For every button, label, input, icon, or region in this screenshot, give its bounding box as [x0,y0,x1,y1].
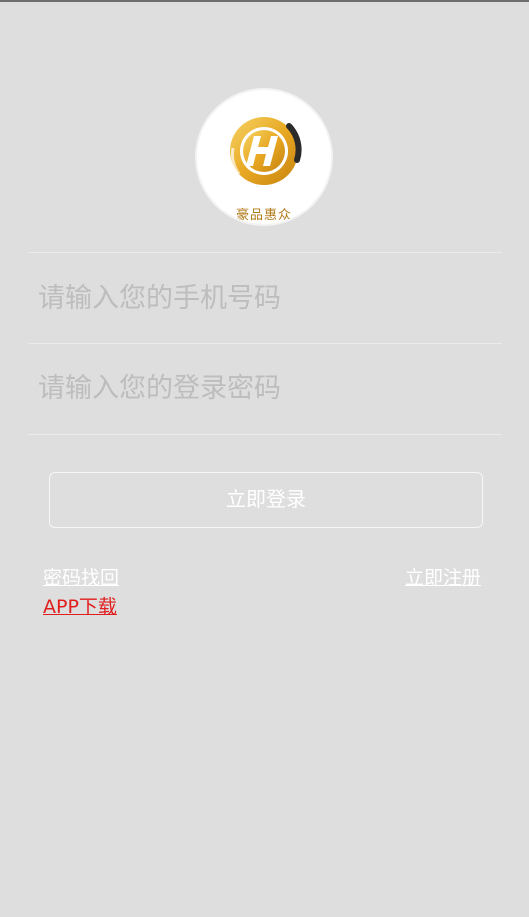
divider-middle [28,343,502,344]
password-input[interactable] [38,358,488,418]
app-logo: 豪品惠众 [195,88,333,226]
register-link[interactable]: 立即注册 [405,567,481,589]
logo-brand-text: 豪品惠众 [235,208,292,223]
divider-bottom [28,434,502,435]
app-download-link[interactable]: APP下载 [43,596,117,618]
recover-password-link[interactable]: 密码找回 [43,567,119,589]
logo-emblem-icon [230,117,302,185]
login-button[interactable]: 立即登录 [49,472,483,528]
divider-top [28,252,502,253]
phone-input[interactable] [38,268,488,328]
top-border [0,0,529,2]
